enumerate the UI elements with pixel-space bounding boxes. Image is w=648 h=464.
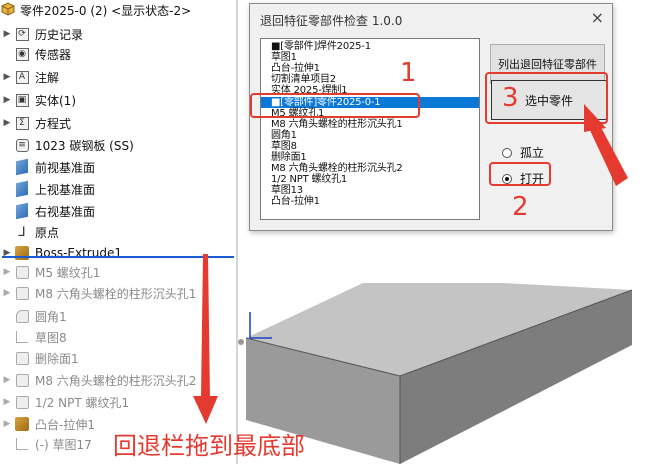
rollback-bar[interactable] [2, 256, 234, 258]
radio-isolate-label: 孤立 [520, 146, 545, 160]
hole-icon [14, 285, 30, 301]
tree-item[interactable]: 右视基准面 [0, 201, 236, 221]
origin-point [238, 339, 244, 345]
tree-item[interactable]: 删除面1 [0, 348, 236, 368]
tree-item-label: 前视基准面 [35, 160, 96, 175]
tree-item-label: 凸台-拉伸1 [35, 417, 95, 432]
tree-item[interactable]: ▶ A 注解 [0, 67, 236, 87]
tree-item-label: 上视基准面 [35, 182, 96, 197]
list-item[interactable]: 圆角1 [271, 130, 297, 141]
extrude-icon [14, 245, 30, 261]
tree-item[interactable]: ▶ Boss-Extrude1 [0, 243, 236, 263]
tree-item-label: (-) 草图17 [35, 437, 92, 452]
history-icon: ⟳ [14, 26, 30, 42]
tree-item-label: 圆角1 [35, 309, 67, 324]
tree-item[interactable]: ▶ Σ 方程式 [0, 113, 236, 133]
tree-item[interactable]: 草图8 [0, 327, 236, 347]
tree-item-label: M8 六角头螺栓的柱形沉头孔1 [35, 286, 197, 301]
solid-bodies-icon: ▣ [14, 92, 30, 108]
tree-item[interactable]: ≡ 1023 碳钢板 (SS) [0, 135, 236, 155]
list-item[interactable]: 草图8 [271, 141, 297, 152]
plane-icon [14, 180, 30, 198]
tree-item-label: M5 螺纹孔1 [35, 265, 101, 280]
tree-item[interactable]: ▶ ▣ 实体(1) [0, 90, 236, 110]
plane-icon [14, 158, 30, 176]
part-icon [0, 1, 16, 20]
tree-item-label: 传感器 [35, 47, 72, 62]
radio-isolate[interactable]: 孤立 [502, 144, 544, 161]
list-item[interactable]: M8 六角头螺栓的柱形沉头孔2 [271, 163, 403, 174]
origin-icon: ⅃ [18, 224, 26, 240]
dialog-title: 退回特征零部件检查 1.0.0 [260, 14, 403, 28]
list-item[interactable]: 凸台-拉伸1 [271, 196, 320, 207]
tree-item[interactable]: ◉ 传感器 [0, 44, 236, 64]
tree-item[interactable]: ▶ M8 六角头螺栓的柱形沉头孔2 [0, 370, 236, 390]
extrude-icon [14, 416, 30, 432]
feature-listbox[interactable]: ■[零部件]焊件2025-1 草图1 凸台-拉伸1 切割清单项目2 实体 2025-焊制… [260, 38, 480, 220]
annotation-icon: A [14, 69, 30, 85]
equations-icon: Σ [14, 115, 30, 131]
tree-item-label: 历史记录 [35, 27, 84, 42]
sketch-icon [14, 329, 30, 345]
highlight-open-radio [489, 162, 551, 186]
list-item[interactable]: M8 六角头螺栓的柱形沉头孔1 [271, 119, 403, 130]
expand-arrow-icon[interactable]: ▶ [0, 397, 14, 407]
tree-item-label: 方程式 [35, 116, 72, 131]
list-item[interactable]: 草图13 [271, 185, 303, 196]
highlight-selected-item [250, 93, 420, 118]
hole-icon [14, 394, 30, 410]
list-item[interactable]: 草图1 [271, 52, 297, 63]
tree-item[interactable]: ⅃ 原点 [0, 222, 236, 242]
tree-item[interactable]: 圆角1 [0, 306, 236, 326]
list-item[interactable]: ■[零部件]焊件2025-1 [271, 41, 371, 52]
tree-item[interactable]: ▶ ⟳ 历史记录 [0, 24, 236, 44]
tree-item-label: 草图8 [35, 330, 67, 345]
close-icon[interactable]: × [591, 8, 604, 27]
tree-item[interactable]: ▶ 1/2 NPT 螺纹孔1 [0, 392, 236, 412]
list-item[interactable]: 凸台-拉伸1 [271, 63, 320, 74]
plane-icon [14, 202, 30, 220]
tree-item-label: 右视基准面 [35, 204, 96, 219]
expand-arrow-icon[interactable]: ▶ [0, 267, 14, 277]
hole-icon [14, 264, 30, 280]
list-item[interactable]: 切割清单项目2 [271, 74, 336, 85]
tree-item-label: 删除面1 [35, 351, 79, 366]
expand-arrow-icon[interactable]: ▶ [0, 375, 14, 385]
sensor-icon: ◉ [14, 46, 30, 62]
list-item[interactable]: 删除面1 [271, 152, 307, 163]
tree-header[interactable]: 零件2025-0 (2) <显示状态-2> [0, 0, 236, 20]
tree-item-label: 原点 [35, 225, 60, 240]
step-1-label: 1 [400, 58, 417, 88]
expand-arrow-icon[interactable]: ▶ [0, 288, 14, 298]
tree-item-label: 注解 [35, 70, 60, 85]
tree-item[interactable]: 上视基准面 [0, 179, 236, 199]
feature-tree: 零件2025-0 (2) <显示状态-2> ▶ ⟳ 历史记录 ◉ 传感器 ▶ A 注解 ▶ ▣ 实体… [0, 0, 236, 464]
expand-arrow-icon[interactable]: ▶ [0, 95, 14, 105]
sketch-icon [14, 436, 30, 452]
radio-isolate-icon [502, 147, 512, 158]
tree-item-label: 1/2 NPT 螺纹孔1 [35, 395, 130, 410]
tree-item-label: M8 六角头螺栓的柱形沉头孔2 [35, 373, 197, 388]
material-icon: ≡ [14, 137, 30, 153]
expand-arrow-icon[interactable]: ▶ [0, 72, 14, 82]
instruction-caption: 回退栏拖到最底部 [113, 432, 305, 460]
part-title: 零件2025-0 (2) <显示状态-2> [20, 3, 192, 18]
tree-item[interactable]: 前视基准面 [0, 157, 236, 177]
tree-item-label: 实体(1) [35, 93, 76, 108]
step-3-label: 3 [502, 83, 519, 113]
delete-face-icon [14, 350, 30, 366]
tree-item[interactable]: ▶ M5 螺纹孔1 [0, 262, 236, 282]
fillet-icon [14, 308, 30, 324]
list-item[interactable]: 1/2 NPT 螺纹孔1 [271, 174, 347, 185]
expand-arrow-icon[interactable]: ▶ [0, 419, 14, 429]
tree-item[interactable]: ▶ M8 六角头螺栓的柱形沉头孔1 [0, 283, 236, 303]
expand-arrow-icon[interactable]: ▶ [0, 118, 14, 128]
step-2-label: 2 [512, 192, 529, 222]
tree-item-label: 1023 碳钢板 (SS) [35, 138, 134, 153]
hole-icon [14, 372, 30, 388]
expand-arrow-icon[interactable]: ▶ [0, 29, 14, 39]
